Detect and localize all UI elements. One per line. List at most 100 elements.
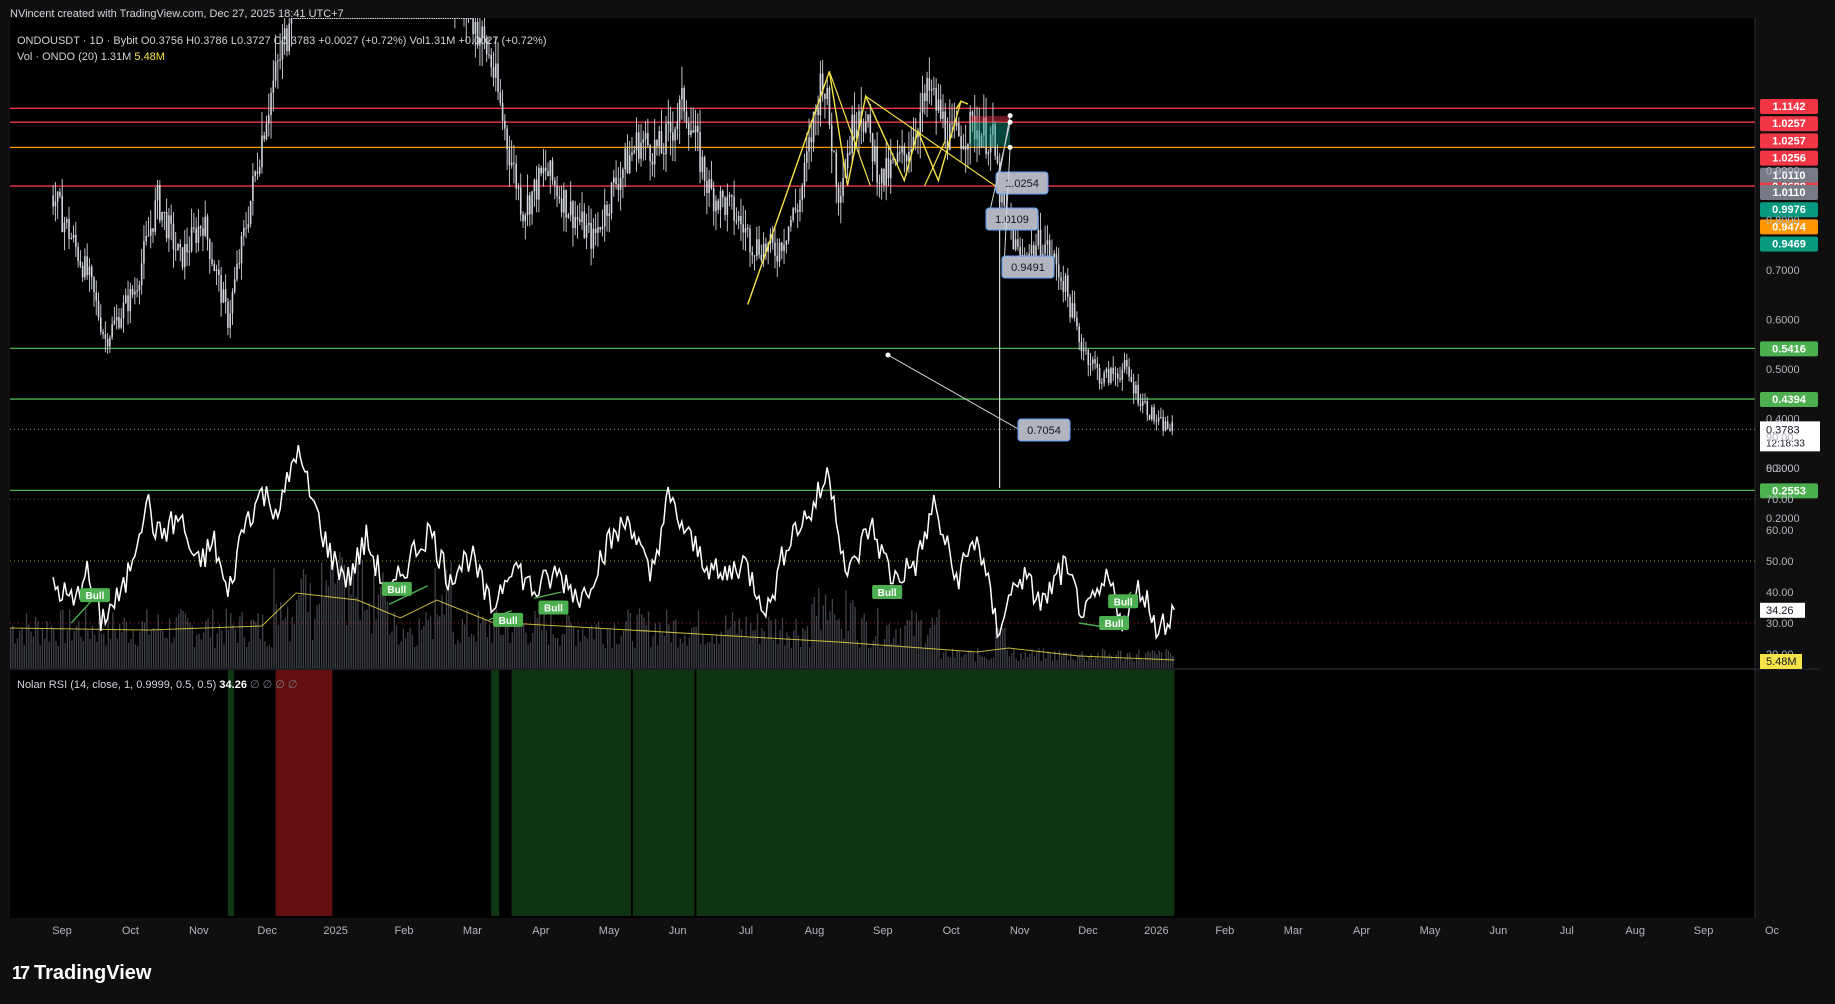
- volume-bar: [1115, 654, 1117, 668]
- candle-body: [272, 80, 275, 93]
- candle-body: [1132, 382, 1135, 394]
- volume-bar: [579, 641, 582, 668]
- candle-body: [1057, 264, 1060, 278]
- volume-bar: [327, 586, 330, 668]
- volume-bar: [479, 623, 482, 668]
- volume-bar: [929, 627, 931, 668]
- volume-bar: [945, 650, 947, 668]
- candle-body: [728, 195, 731, 197]
- candle-body: [388, 18, 390, 19]
- volume-bar: [595, 624, 597, 668]
- rsi-legend[interactable]: Nolan RSI (14, close, 1, 0.9999, 0.5, 0.…: [17, 678, 298, 691]
- volume-bar: [790, 647, 793, 668]
- volume-bar: [359, 620, 361, 668]
- candle-body: [658, 131, 661, 147]
- candle-body: [190, 227, 193, 252]
- volume-bar: [443, 614, 445, 668]
- volume-bar: [838, 618, 840, 668]
- volume-bar: [670, 642, 672, 668]
- candle-body: [245, 227, 247, 229]
- candle-body: [506, 128, 508, 150]
- volume-bar: [414, 646, 416, 668]
- volume-bar: [577, 629, 579, 668]
- candle-body: [624, 148, 626, 170]
- candle-body: [277, 60, 279, 62]
- volume-bar: [722, 635, 725, 668]
- candle-body: [535, 179, 538, 200]
- volume-bar: [793, 629, 795, 668]
- volume-bar: [840, 628, 843, 668]
- volume-bar: [227, 629, 230, 668]
- candle-body: [667, 121, 670, 124]
- candle-body: [249, 200, 252, 225]
- volume-bar: [191, 625, 193, 668]
- candle-body: [1096, 363, 1099, 368]
- price-chart[interactable]: 1.29830.86880.54160.43940.25531.11421.02…: [0, 0, 1835, 944]
- volume-bar: [393, 612, 395, 668]
- volume-bar: [774, 618, 777, 668]
- candle-body: [697, 125, 699, 133]
- candle-body: [372, 18, 374, 19]
- volume-bar: [1072, 659, 1074, 668]
- rsi-legend-value: 34.26: [219, 679, 247, 691]
- time-axis-label: Sep: [1694, 925, 1714, 937]
- volume-bar: [720, 631, 722, 668]
- volume-bar: [466, 609, 468, 668]
- volume-bar: [280, 602, 282, 668]
- volume-bar: [765, 639, 768, 668]
- volume-bar: [484, 619, 486, 668]
- tradingview-logo-icon: 17: [12, 963, 30, 983]
- candle-body: [374, 18, 377, 19]
- volume-bar: [604, 647, 607, 668]
- volume-bar: [922, 647, 924, 668]
- volume-bar: [641, 614, 643, 668]
- volume-legend[interactable]: Vol · ONDO (20) 1.31M 5.48M: [17, 51, 165, 63]
- volume-bar: [965, 654, 967, 668]
- candle-body: [601, 226, 604, 230]
- candle-body: [1110, 367, 1112, 383]
- candle-body: [724, 197, 726, 215]
- volume-bar: [255, 621, 257, 668]
- volume-bar: [482, 616, 484, 668]
- candle-body: [810, 137, 813, 143]
- volume-bar: [130, 639, 132, 668]
- vol-change-value: +0.0027 (+0.72%): [458, 35, 547, 47]
- candle-body: [254, 171, 256, 177]
- volume-bar: [824, 594, 827, 668]
- annotation-text: 1.0109: [995, 214, 1029, 226]
- candle-body: [637, 132, 640, 159]
- volume-bar: [230, 613, 232, 668]
- volume-bar: [64, 643, 66, 668]
- candle-body: [1121, 369, 1124, 380]
- volume-bar: [893, 637, 895, 668]
- candle-body: [395, 18, 397, 19]
- time-axis-label: Jul: [1560, 925, 1574, 937]
- volume-bar: [150, 630, 153, 668]
- tradingview-brand[interactable]: 17 TradingView: [12, 962, 151, 985]
- candle-body: [926, 78, 928, 102]
- candle-body: [179, 243, 182, 248]
- candle-body: [522, 214, 524, 222]
- candle-body: [449, 18, 452, 19]
- candle-body: [261, 135, 263, 168]
- rsi-axis-tick: 40.00: [1766, 587, 1794, 599]
- volume-bar: [1149, 652, 1151, 668]
- time-axis-label: Nov: [189, 925, 209, 937]
- volume-bar: [652, 635, 654, 668]
- volume-bar: [865, 621, 868, 668]
- volume-bar: [611, 647, 613, 668]
- volume-bar: [409, 627, 411, 668]
- candle-body: [1087, 350, 1090, 365]
- volume-bar: [725, 615, 727, 668]
- annotation-text: 0.9491: [1011, 262, 1045, 274]
- volume-bar: [881, 647, 883, 668]
- candle-body: [790, 220, 792, 227]
- candle-body: [599, 227, 601, 230]
- candle-body: [59, 191, 61, 196]
- volume-bar: [1061, 655, 1063, 668]
- candle-body: [1073, 303, 1076, 318]
- volume-bar: [650, 647, 652, 668]
- candle-body: [215, 269, 218, 272]
- symbol-label[interactable]: ONDOUSDT · 1D · Bybit: [17, 35, 138, 47]
- candle-body: [134, 291, 136, 295]
